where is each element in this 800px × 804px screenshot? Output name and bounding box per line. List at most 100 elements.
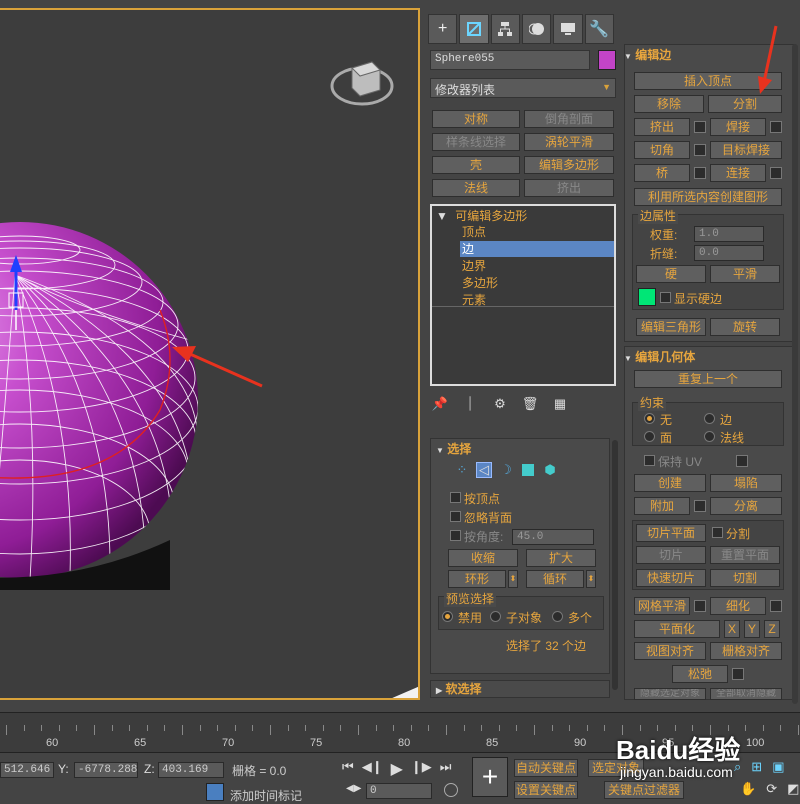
by-angle-checkbox[interactable] <box>450 530 461 541</box>
add-time-tag-button[interactable]: 添加时间标记 <box>230 787 302 804</box>
constraint-face-radio[interactable] <box>644 431 655 442</box>
target-weld-button[interactable]: 目标焊接 <box>710 141 782 159</box>
current-frame-field[interactable]: 0 <box>366 783 432 799</box>
modifier-list-dropdown[interactable]: 修改器列表 ▼ <box>430 78 616 98</box>
loop-button[interactable]: 循环 <box>526 570 584 588</box>
slice-button[interactable]: 切片 <box>636 546 706 564</box>
smooth-button[interactable]: 平滑 <box>710 265 780 283</box>
slice-plane-button[interactable]: 切片平面 <box>636 524 706 542</box>
play-icon[interactable]: ▶ <box>391 759 403 779</box>
symmetry-button[interactable]: 对称 <box>432 110 520 128</box>
constraint-edge-radio[interactable] <box>704 413 715 424</box>
border-mode-icon[interactable]: ☽ <box>498 462 514 478</box>
y-coordinate-field[interactable]: -6778.288 <box>74 762 138 778</box>
collapse-button[interactable]: 塌陷 <box>710 474 782 492</box>
preview-subobject-radio[interactable] <box>490 611 501 622</box>
create-button[interactable]: 创建 <box>634 474 706 492</box>
cut-button[interactable]: 切割 <box>710 569 780 587</box>
constraint-normal-radio[interactable] <box>704 431 715 442</box>
key-mode-icon[interactable]: ◀▶ <box>346 783 361 794</box>
chamfer-edge-button[interactable]: 切角 <box>634 141 690 159</box>
crease-spinner[interactable]: 0.0 <box>694 245 764 261</box>
create-tab-icon[interactable]: + <box>428 14 458 44</box>
tessellate-button[interactable]: 细化 <box>710 597 766 615</box>
stack-item-vertex[interactable]: 顶点 <box>462 224 486 240</box>
element-mode-icon[interactable]: ⬢ <box>542 462 558 478</box>
goto-end-icon[interactable]: ⏭ <box>440 759 452 779</box>
utilities-tab-icon[interactable]: 🔧 <box>584 14 614 44</box>
grow-button[interactable]: 扩大 <box>526 549 596 567</box>
ignore-backface-checkbox[interactable] <box>450 511 461 522</box>
planar-z-button[interactable]: Z <box>764 620 780 638</box>
split-checkbox[interactable] <box>712 527 723 538</box>
relax-button[interactable]: 松弛 <box>672 665 728 683</box>
hard-edge-color-swatch[interactable] <box>638 288 656 306</box>
modify-tab-icon[interactable] <box>459 14 489 44</box>
show-hard-edges-checkbox[interactable] <box>660 292 671 303</box>
grid-align-button[interactable]: 栅格对齐 <box>710 642 782 660</box>
show-end-result-icon[interactable]: ⏐ <box>462 396 478 412</box>
edit-geometry-title[interactable]: ▼ 编辑几何体 <box>624 348 695 366</box>
set-key-button[interactable]: 设置关键点 <box>514 781 578 799</box>
detach-button[interactable]: 分离 <box>710 497 782 515</box>
extrude-edge-button[interactable]: 挤出 <box>634 118 690 136</box>
connect-edge-button[interactable]: 连接 <box>710 164 766 182</box>
vertex-mode-icon[interactable]: ⁘ <box>454 462 470 478</box>
viewcube-icon[interactable] <box>330 61 394 106</box>
by-vertex-checkbox[interactable] <box>450 492 461 503</box>
bridge-settings-icon[interactable] <box>694 167 706 179</box>
planar-x-button[interactable]: X <box>724 620 740 638</box>
key-filters-button[interactable]: 关键点过滤器 <box>604 781 684 799</box>
unhide-all-button[interactable]: 全部取消隐藏 <box>710 688 782 700</box>
quickslice-button[interactable]: 快速切片 <box>636 569 706 587</box>
preview-disabled-radio[interactable] <box>442 611 453 622</box>
pan-hand-icon[interactable]: ✋ <box>740 781 756 797</box>
soft-selection-title[interactable]: ▶ 软选择 <box>436 680 482 698</box>
stack-item-edge[interactable]: 边 <box>460 241 614 257</box>
tessellate-settings-icon[interactable] <box>770 600 782 612</box>
shrink-button[interactable]: 收缩 <box>448 549 518 567</box>
hierarchy-tab-icon[interactable] <box>490 14 520 44</box>
remove-modifier-icon[interactable]: 🗑 <box>522 396 539 412</box>
perspective-viewport[interactable] <box>0 8 420 700</box>
orbit-icon[interactable]: ⟳ <box>766 781 777 797</box>
previous-frame-icon[interactable]: ◀❙ <box>362 759 383 779</box>
left-column-scrollbar[interactable] <box>612 440 618 690</box>
ring-button[interactable]: 环形 <box>448 570 506 588</box>
selection-rollout-title[interactable]: ▼ 选择 <box>436 440 471 458</box>
make-planar-button[interactable]: 平面化 <box>634 620 720 638</box>
zoom-extents-icon[interactable]: ▣ <box>772 759 784 775</box>
x-coordinate-field[interactable]: 512.646 <box>0 762 54 778</box>
turn-button[interactable]: 旋转 <box>710 318 780 336</box>
z-coordinate-field[interactable]: 403.169 <box>158 762 224 778</box>
loop-spinner[interactable]: ⬍ <box>586 570 596 588</box>
view-align-button[interactable]: 视图对齐 <box>634 642 706 660</box>
angle-spinner[interactable]: 45.0 <box>512 529 594 545</box>
extrude-mod-button[interactable]: 挤出 <box>524 179 614 197</box>
weld-edge-button[interactable]: 焊接 <box>710 118 766 136</box>
spline-select-button[interactable]: 样条线选择 <box>432 133 520 151</box>
remove-edge-button[interactable]: 移除 <box>634 95 704 113</box>
create-shape-button[interactable]: 利用所选内容创建图形 <box>634 188 782 206</box>
stack-item-polygon[interactable]: 多边形 <box>462 275 498 291</box>
edit-poly-button[interactable]: 编辑多边形 <box>524 156 614 174</box>
connect-settings-icon[interactable] <box>770 167 782 179</box>
weld-settings-icon[interactable] <box>770 121 782 133</box>
meshsmooth-settings-icon[interactable] <box>694 600 706 612</box>
attach-list-icon[interactable] <box>694 500 706 512</box>
bridge-edge-button[interactable]: 桥 <box>634 164 690 182</box>
time-tag-icon[interactable] <box>206 783 224 801</box>
repeat-last-button[interactable]: 重复上一个 <box>634 370 782 388</box>
shell-button[interactable]: 壳 <box>432 156 520 174</box>
bevel-profile-button[interactable]: 倒角剖面 <box>524 110 614 128</box>
preview-multiple-radio[interactable] <box>552 611 563 622</box>
display-tab-icon[interactable] <box>553 14 583 44</box>
normal-button[interactable]: 法线 <box>432 179 520 197</box>
edge-mode-icon[interactable]: ◁ <box>476 462 492 478</box>
zoom-all-icon[interactable]: ⊞ <box>751 759 762 775</box>
sphere-object[interactable] <box>0 222 198 608</box>
maximize-viewport-icon[interactable]: ◩ <box>787 781 799 797</box>
meshsmooth-button[interactable]: 网格平滑 <box>634 597 690 615</box>
modifier-stack[interactable]: ▼ 可编辑多边形 顶点 边 边界 多边形 元素 <box>430 204 616 386</box>
preserve-uv-settings-icon[interactable] <box>736 455 748 467</box>
